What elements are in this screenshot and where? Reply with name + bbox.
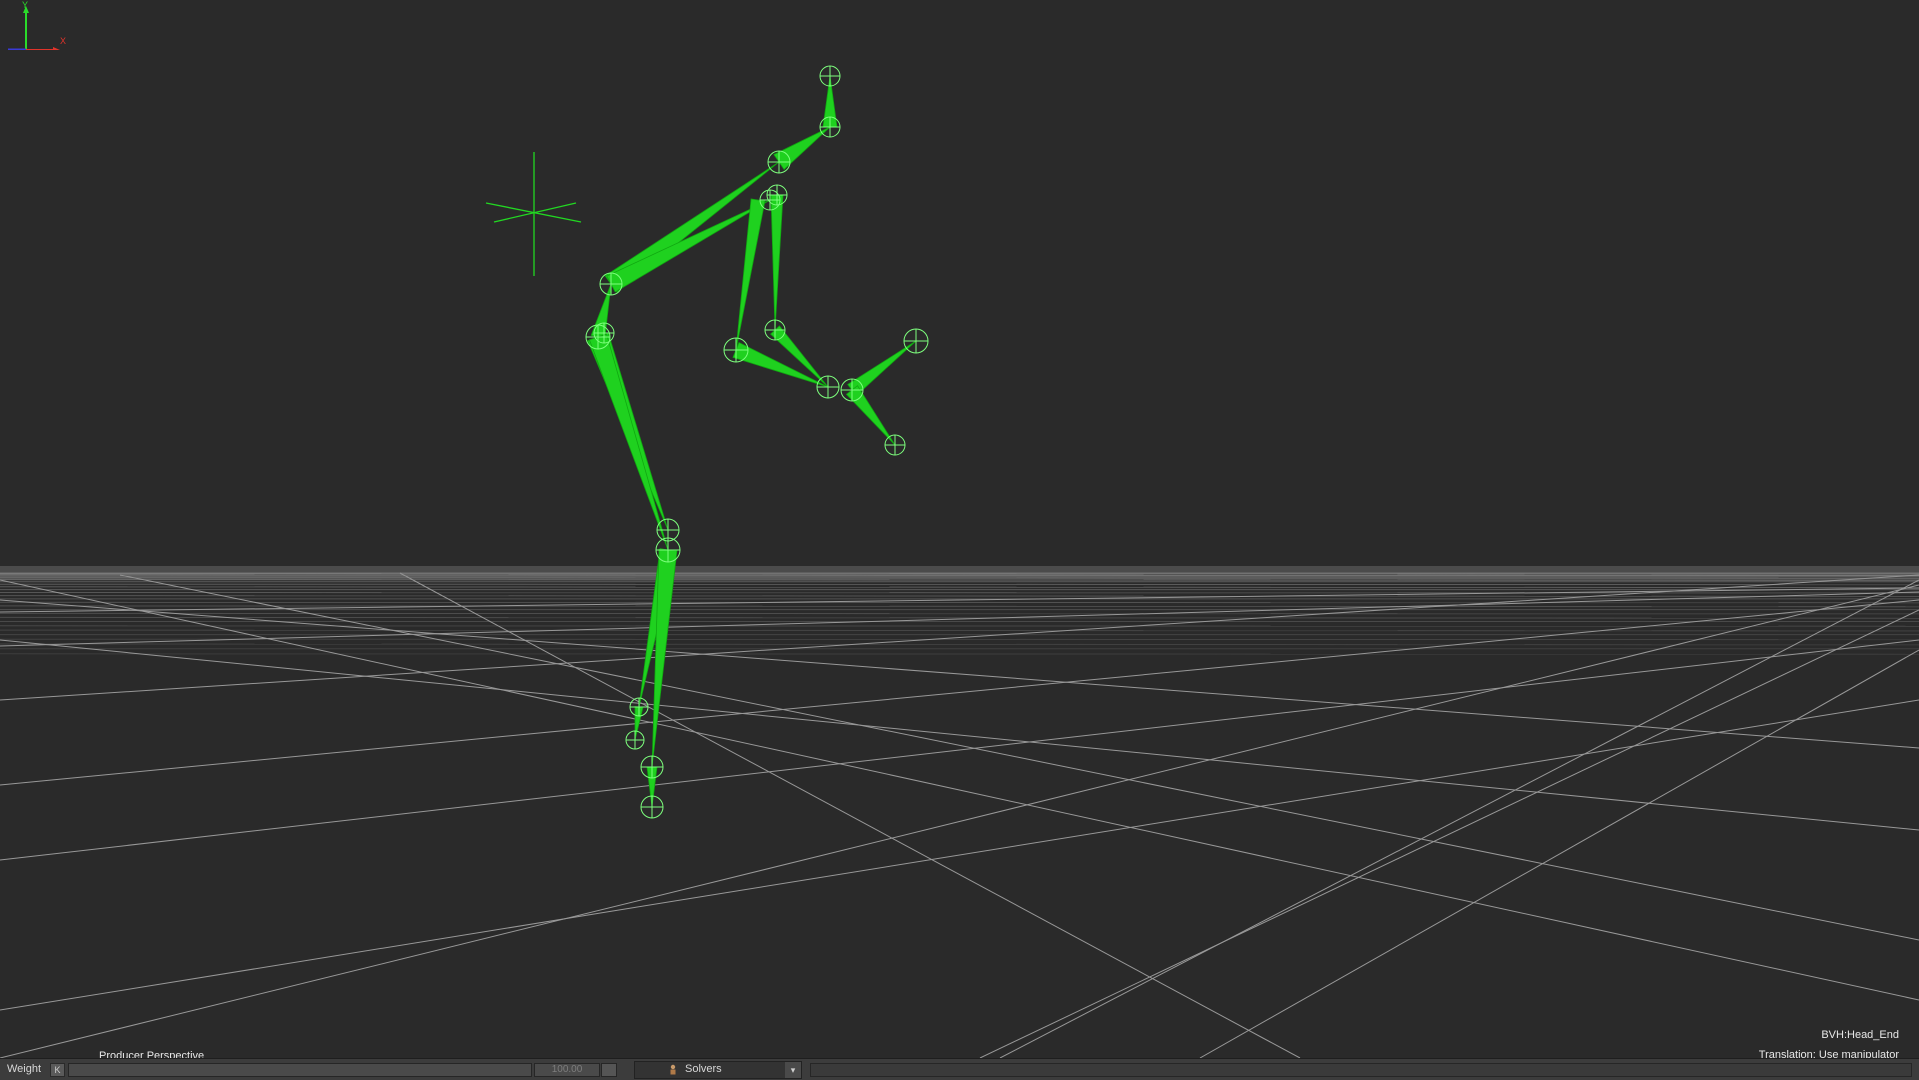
bone[interactable] xyxy=(771,195,783,330)
weight-slider[interactable] xyxy=(68,1063,532,1077)
solvers-label: Solvers xyxy=(685,1063,722,1075)
weight-value-field[interactable]: 100.00 xyxy=(534,1063,600,1077)
weight-label: Weight xyxy=(7,1063,41,1075)
joint[interactable] xyxy=(641,756,663,778)
status-field xyxy=(810,1063,1912,1077)
solvers-dropdown[interactable]: Solvers ▾ xyxy=(634,1061,802,1079)
axis-x-label: X xyxy=(60,36,66,46)
character-icon xyxy=(667,1064,679,1076)
joint[interactable] xyxy=(626,731,644,749)
bone[interactable] xyxy=(733,343,828,387)
joint[interactable] xyxy=(817,376,839,398)
joint[interactable] xyxy=(768,151,790,173)
bone[interactable] xyxy=(774,127,830,169)
joint[interactable] xyxy=(600,273,622,295)
chevron-down-icon[interactable]: ▾ xyxy=(785,1062,801,1078)
joint[interactable] xyxy=(586,325,610,349)
bone[interactable] xyxy=(846,386,895,445)
skeleton-bones[interactable] xyxy=(588,76,916,807)
camera-label: Producer Perspective xyxy=(99,1050,204,1058)
manipulator-mode-label: Translation: Use manipulator xyxy=(1759,1049,1899,1058)
3d-viewport[interactable]: Y X Producer Perspective BVH:Head_End Tr… xyxy=(0,0,1919,1058)
bone[interactable] xyxy=(589,334,668,550)
joint[interactable] xyxy=(765,320,785,340)
null-marker[interactable] xyxy=(486,152,581,276)
joint[interactable] xyxy=(724,338,748,362)
horizon-band xyxy=(0,566,1919,580)
joint[interactable] xyxy=(641,796,663,818)
selected-object-label: BVH:Head_End xyxy=(1821,1029,1899,1041)
bone[interactable] xyxy=(736,199,765,350)
weight-key-button[interactable]: K xyxy=(50,1063,65,1077)
joint[interactable] xyxy=(760,190,780,210)
joint[interactable] xyxy=(841,379,863,401)
joint[interactable] xyxy=(885,435,905,455)
bottom-toolbar: Weight K 100.00 Solvers ▾ xyxy=(0,1058,1919,1080)
weight-spinner[interactable] xyxy=(601,1063,617,1077)
axis-y-label: Y xyxy=(22,0,28,10)
joint[interactable] xyxy=(656,538,680,562)
joint[interactable] xyxy=(820,66,840,86)
joint[interactable] xyxy=(904,329,928,353)
scene-canvas[interactable] xyxy=(0,0,1919,1058)
joint[interactable] xyxy=(820,117,840,137)
axis-gizmo: Y X xyxy=(0,0,70,50)
joint[interactable] xyxy=(630,698,648,716)
joint[interactable] xyxy=(594,323,614,343)
ground-grid xyxy=(0,573,1919,1058)
